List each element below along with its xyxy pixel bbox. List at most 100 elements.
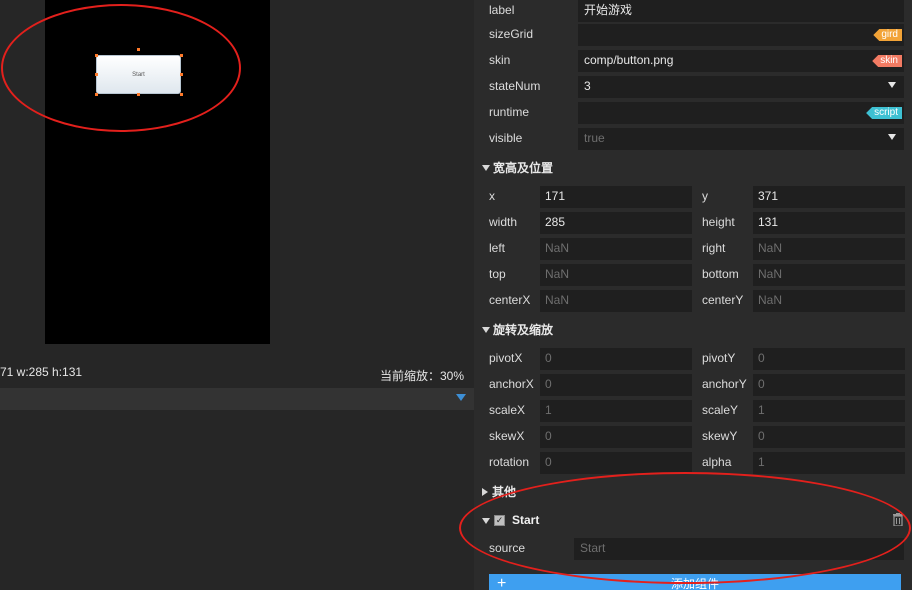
field-label-top: top bbox=[489, 267, 506, 281]
property-label: sizeGrid bbox=[489, 27, 534, 41]
section-other[interactable]: 其他 bbox=[482, 484, 516, 500]
editor-area: Start 71 w:285 h:131 当前缩放：30% bbox=[0, 0, 474, 590]
resize-handle-tm[interactable] bbox=[137, 48, 140, 51]
field-value: 0 bbox=[758, 377, 765, 391]
field-top[interactable]: NaN bbox=[540, 264, 692, 286]
field-height[interactable]: 131 bbox=[753, 212, 905, 234]
expand-triangle-icon[interactable] bbox=[482, 518, 490, 524]
field-bottom[interactable]: NaN bbox=[753, 264, 905, 286]
trash-icon[interactable] bbox=[892, 513, 904, 526]
field-anchorX[interactable]: 0 bbox=[540, 374, 692, 396]
zoom-level: 当前缩放：30% bbox=[379, 369, 464, 383]
script-tag-button[interactable]: script bbox=[866, 107, 902, 119]
dropdown-arrow-icon[interactable] bbox=[888, 82, 896, 88]
field-alpha[interactable]: 1 bbox=[753, 452, 905, 474]
source-field[interactable]: Start bbox=[574, 538, 904, 560]
section-title: 其他 bbox=[492, 485, 517, 499]
property-field-skin[interactable]: comp/button.png skin bbox=[578, 50, 904, 72]
resize-handle-br[interactable] bbox=[180, 93, 183, 96]
field-value: NaN bbox=[545, 267, 570, 281]
field-label-alpha: alpha bbox=[702, 455, 732, 469]
property-field-visible[interactable]: true bbox=[578, 128, 904, 150]
property-row-runtime: runtime script bbox=[474, 102, 912, 128]
field-centerY[interactable]: NaN bbox=[753, 290, 905, 312]
field-label-y: y bbox=[702, 189, 708, 203]
source-row: source Start bbox=[474, 538, 912, 564]
section-rotate-scale[interactable]: 旋转及缩放 bbox=[482, 322, 553, 338]
field-y[interactable]: 371 bbox=[753, 186, 905, 208]
field-label-left: left bbox=[489, 241, 506, 255]
resize-handle-bl[interactable] bbox=[95, 93, 98, 96]
gird-tag-button[interactable]: gird bbox=[873, 29, 902, 41]
field-right[interactable]: NaN bbox=[753, 238, 905, 260]
field-pivotX[interactable]: 0 bbox=[540, 348, 692, 370]
section-size-position[interactable]: 宽高及位置 bbox=[482, 160, 553, 176]
property-label: runtime bbox=[489, 105, 530, 119]
field-x[interactable]: 171 bbox=[540, 186, 692, 208]
field-value: 1 bbox=[758, 403, 765, 417]
component-enabled-checkbox[interactable]: ✓ bbox=[494, 515, 505, 526]
field-label-anchorY: anchorY bbox=[702, 377, 747, 391]
field-label-scaleX: scaleX bbox=[489, 403, 526, 417]
field-value: 1 bbox=[545, 403, 552, 417]
field-left[interactable]: NaN bbox=[540, 238, 692, 260]
field-label-centerX: centerX bbox=[489, 293, 531, 307]
source-placeholder: Start bbox=[580, 541, 606, 555]
selected-button[interactable]: Start bbox=[96, 55, 181, 94]
field-pair: width 285 height 131 bbox=[474, 212, 912, 236]
property-field-runtime[interactable]: script bbox=[578, 102, 904, 124]
property-field-label[interactable]: 开始游戏 bbox=[578, 0, 904, 22]
field-label-x: x bbox=[489, 189, 495, 203]
section-title: 旋转及缩放 bbox=[493, 323, 554, 337]
field-value: 0 bbox=[758, 351, 765, 365]
field-anchorY[interactable]: 0 bbox=[753, 374, 905, 396]
plus-icon: + bbox=[497, 575, 507, 590]
resize-handle-tr[interactable] bbox=[180, 54, 183, 57]
field-value: NaN bbox=[545, 293, 570, 307]
expand-triangle-icon bbox=[482, 165, 490, 171]
dropdown-arrow-icon[interactable] bbox=[888, 134, 896, 140]
field-scaleY[interactable]: 1 bbox=[753, 400, 905, 422]
expand-triangle-icon bbox=[482, 327, 490, 333]
field-label-width: width bbox=[489, 215, 518, 229]
field-label-anchorX: anchorX bbox=[489, 377, 534, 391]
timeline-strip[interactable] bbox=[0, 388, 474, 410]
property-row-label: label 开始游戏 bbox=[474, 0, 912, 26]
field-scaleX[interactable]: 1 bbox=[540, 400, 692, 422]
resize-handle-ml[interactable] bbox=[95, 73, 98, 76]
field-skewY[interactable]: 0 bbox=[753, 426, 905, 448]
property-value: comp/button.png bbox=[584, 53, 674, 67]
section-title: 宽高及位置 bbox=[493, 161, 554, 175]
field-label-right: right bbox=[702, 241, 726, 255]
property-value: true bbox=[584, 131, 605, 145]
property-field-stateNum[interactable]: 3 bbox=[578, 76, 904, 98]
property-field-sizeGrid[interactable]: gird bbox=[578, 24, 904, 46]
resize-handle-mr[interactable] bbox=[180, 73, 183, 76]
property-row-stateNum: stateNum 3 bbox=[474, 76, 912, 102]
add-component-button[interactable]: + 添加组件 bbox=[489, 574, 901, 590]
field-label-height: height bbox=[702, 215, 735, 229]
field-label-centerY: centerY bbox=[702, 293, 744, 307]
field-width[interactable]: 285 bbox=[540, 212, 692, 234]
field-label-skewY: skewY bbox=[702, 429, 738, 443]
skin-tag-button[interactable]: skin bbox=[872, 55, 902, 67]
field-label-bottom: bottom bbox=[702, 267, 739, 281]
field-rotation[interactable]: 0 bbox=[540, 452, 692, 474]
collapse-arrow-icon[interactable] bbox=[456, 394, 466, 401]
field-value: 1 bbox=[758, 455, 765, 469]
selected-button-text: Start bbox=[132, 71, 145, 78]
resize-handle-tl[interactable] bbox=[95, 54, 98, 57]
add-component-label: 添加组件 bbox=[670, 577, 719, 590]
field-value: 0 bbox=[545, 455, 552, 469]
field-pair: top NaN bottom NaN bbox=[474, 264, 912, 288]
field-value: 0 bbox=[545, 377, 552, 391]
resize-handle-bm[interactable] bbox=[137, 93, 140, 96]
field-pair: x 171 y 371 bbox=[474, 186, 912, 210]
stage-canvas[interactable]: Start bbox=[45, 0, 270, 344]
field-skewX[interactable]: 0 bbox=[540, 426, 692, 448]
field-label-pivotY: pivotY bbox=[702, 351, 736, 365]
component-name: Start bbox=[512, 513, 540, 527]
field-centerX[interactable]: NaN bbox=[540, 290, 692, 312]
field-pivotY[interactable]: 0 bbox=[753, 348, 905, 370]
field-pair: rotation 0 alpha 1 bbox=[474, 452, 912, 476]
